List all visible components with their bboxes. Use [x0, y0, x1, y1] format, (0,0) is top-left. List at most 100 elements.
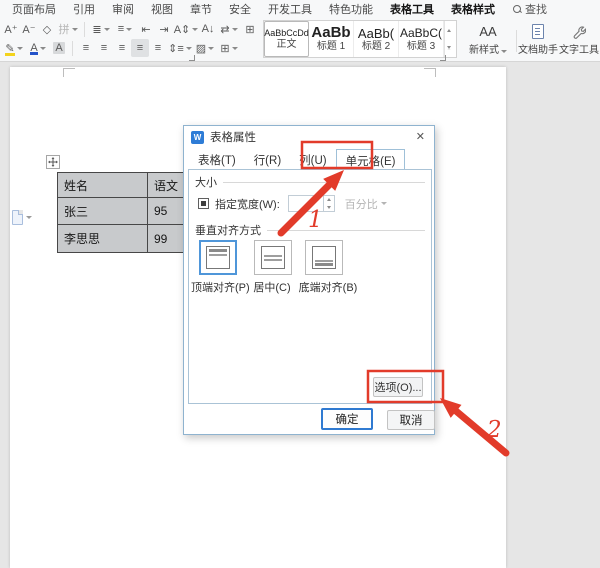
sort-icon[interactable]: A↓ [199, 20, 217, 38]
shading-icon[interactable]: ▨ [193, 39, 217, 57]
doc-assistant-icon [516, 21, 560, 39]
decrease-font-icon[interactable]: A⁻ [20, 20, 38, 38]
borders-icon[interactable]: ⊞ [217, 39, 241, 57]
align-bottom-icon [312, 246, 336, 269]
styles-scroll-down-icon[interactable] [445, 39, 453, 57]
separator [72, 41, 73, 56]
font-paragraph-row2: ✎ A A ≡ ≡ ≡ ≡ ≡ ⇕≡ ▨ ⊞ [2, 39, 241, 57]
styles-scroll-up-icon[interactable] [445, 21, 453, 39]
table-header-cell[interactable]: 姓名 [58, 173, 148, 198]
table-move-handle[interactable] [46, 155, 60, 169]
spinner-down-icon[interactable] [324, 204, 334, 212]
font-dialog-launcher[interactable] [189, 55, 195, 61]
decrease-indent-icon[interactable]: ⇤ [137, 20, 155, 38]
align-right-icon[interactable]: ≡ [113, 39, 131, 57]
paragraph-marks-icon[interactable]: ⇄ [217, 20, 241, 38]
styles-gallery: AaBbCcDd 正文 AaBb 标题 1 AaBb( 标题 2 AaBbC( … [263, 20, 457, 58]
bullet-list-icon[interactable]: ≣ [89, 20, 113, 38]
width-spinner[interactable] [324, 195, 335, 212]
menu-references[interactable]: 引用 [73, 1, 95, 17]
pinyin-guide-icon[interactable]: 拼 [56, 20, 80, 38]
menu-search[interactable]: 查找 [512, 1, 547, 17]
align-left-icon[interactable]: ≡ [77, 39, 95, 57]
style-heading2[interactable]: AaBb( 标题 2 [354, 21, 399, 57]
tab-column[interactable]: 列(U) [290, 149, 335, 169]
tab-row[interactable]: 行(R) [245, 149, 290, 169]
table-cell[interactable]: 张三 [58, 198, 148, 225]
menu-table-style[interactable]: 表格样式 [451, 1, 495, 17]
valign-center-tile[interactable] [254, 240, 292, 275]
tab-cell[interactable]: 单元格(E) [336, 149, 406, 170]
doc-assistant-label: 文档助手 [516, 41, 560, 56]
move-arrows-icon [48, 157, 58, 167]
width-value-input[interactable] [288, 195, 324, 212]
menu-page-layout[interactable]: 页面布局 [12, 1, 56, 17]
text-tool-label: 文字工具 [557, 41, 600, 56]
margin-note-button[interactable] [12, 210, 32, 225]
menu-security[interactable]: 安全 [229, 1, 251, 17]
doc-assistant-button[interactable]: 文档助手 [516, 21, 560, 56]
dialog-title: 表格属性 [210, 129, 256, 145]
separator [84, 22, 85, 37]
valign-top-tile[interactable] [199, 240, 237, 275]
ribbon-toolbar: A⁺ A⁻ ◇ 拼 ≣ ≡ ⇤ ⇥ A⇕ A↓ ⇄ ⊞ ✎ A A ≡ ≡ ≡ … [0, 18, 600, 62]
specify-width-label: 指定宽度(W): [215, 196, 280, 212]
styles-dialog-launcher[interactable] [440, 55, 446, 61]
text-tool-button[interactable]: 文字工具 [557, 21, 600, 56]
style-name: 正文 [277, 39, 297, 51]
menu-view[interactable]: 视图 [151, 1, 173, 17]
align-center-icon[interactable]: ≡ [95, 39, 113, 57]
char-scale-icon[interactable]: A⇕ [173, 20, 199, 38]
tab-table[interactable]: 表格(T) [189, 149, 245, 169]
margin-mark-right [424, 68, 436, 77]
valign-group-header: 垂直对齐方式 [195, 222, 425, 238]
menu-section[interactable]: 章节 [190, 1, 212, 17]
valign-bottom-label: 底端对齐(B) [297, 279, 359, 295]
size-group-label: 大小 [195, 174, 217, 190]
cancel-button[interactable]: 取消 [387, 410, 435, 430]
justify-icon[interactable]: ≡ [131, 39, 149, 57]
specify-width-row: 指定宽度(W): 百分比 [198, 195, 387, 212]
align-center-icon [261, 246, 285, 269]
divider [223, 182, 425, 183]
distribute-icon[interactable]: ≡ [149, 39, 167, 57]
char-shading-icon[interactable]: A [50, 39, 68, 57]
size-group-header: 大小 [195, 174, 425, 190]
style-heading1[interactable]: AaBb 标题 1 [309, 21, 354, 57]
increase-indent-icon[interactable]: ⇥ [155, 20, 173, 38]
style-normal[interactable]: AaBbCcDd 正文 [264, 21, 309, 57]
font-color-icon[interactable]: A [26, 39, 50, 57]
search-label: 查找 [525, 1, 547, 17]
menu-review[interactable]: 审阅 [112, 1, 134, 17]
close-icon[interactable]: ✕ [416, 130, 425, 143]
menu-dev-tools[interactable]: 开发工具 [268, 1, 312, 17]
clear-format-icon[interactable]: ◇ [38, 20, 56, 38]
highlight-color-icon[interactable]: ✎ [2, 39, 26, 57]
styles-scroll[interactable] [444, 21, 453, 57]
font-color-glyph: A [30, 42, 37, 54]
style-heading3[interactable]: AaBbC( 标题 3 [399, 21, 444, 57]
note-page-icon [12, 210, 23, 225]
ok-button[interactable]: 确定 [321, 408, 373, 430]
increase-font-icon[interactable]: A⁺ [2, 20, 20, 38]
table-properties-dialog: W 表格属性 ✕ 表格(T) 行(R) 列(U) 单元格(E) 大小 指定宽度(… [183, 125, 435, 435]
new-style-button[interactable]: AA 新样式 [466, 21, 510, 56]
valign-bottom-tile[interactable] [305, 240, 343, 275]
insert-cells-icon[interactable]: ⊞ [241, 20, 259, 38]
style-name: 标题 3 [407, 41, 435, 53]
dialog-titlebar: W 表格属性 [184, 126, 434, 148]
numbered-list-icon[interactable]: ≡ [113, 20, 137, 38]
valign-center-label: 居中(C) [251, 279, 293, 295]
options-button[interactable]: 选项(O)... [373, 377, 423, 397]
table-cell[interactable]: 李思思 [58, 225, 148, 252]
valign-group-label: 垂直对齐方式 [195, 222, 261, 238]
spinner-up-icon[interactable] [324, 196, 334, 204]
specify-width-checkbox[interactable] [198, 198, 209, 209]
measure-unit-value: 百分比 [345, 196, 378, 212]
style-preview: AaBb [311, 25, 350, 41]
char-shading-glyph: A [53, 42, 64, 54]
measure-unit-dropdown[interactable]: 百分比 [345, 196, 387, 212]
menu-table-tools[interactable]: 表格工具 [390, 1, 434, 17]
menu-special-features[interactable]: 特色功能 [329, 1, 373, 17]
style-name: 标题 1 [317, 41, 345, 53]
